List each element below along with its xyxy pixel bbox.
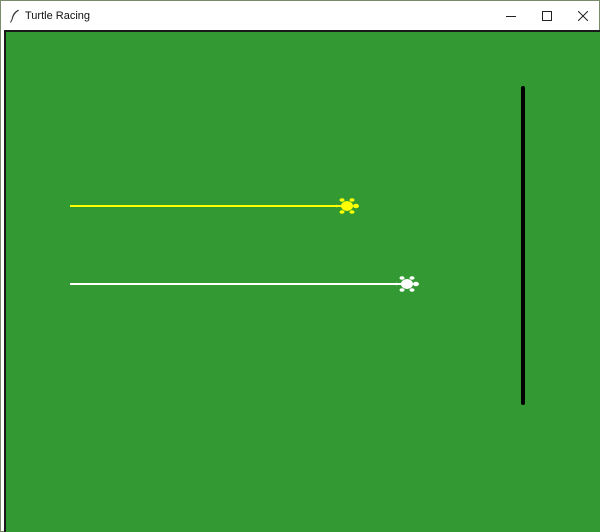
- race-canvas-drawing: [70, 86, 525, 405]
- close-button[interactable]: [565, 3, 600, 29]
- turtle-icon-yellow: [333, 198, 359, 214]
- race-canvas[interactable]: [4, 30, 600, 532]
- minimize-button[interactable]: [493, 3, 529, 29]
- maximize-icon: [542, 11, 552, 21]
- title-bar[interactable]: Turtle Racing: [1, 2, 599, 30]
- maximize-button[interactable]: [529, 3, 565, 29]
- turtle-icon-white: [393, 276, 419, 292]
- minimize-icon: [506, 16, 516, 17]
- feather-icon: [10, 9, 19, 23]
- close-icon: [578, 11, 588, 21]
- app-window: Turtle Racing: [0, 0, 600, 532]
- window-title: Turtle Racing: [25, 10, 91, 22]
